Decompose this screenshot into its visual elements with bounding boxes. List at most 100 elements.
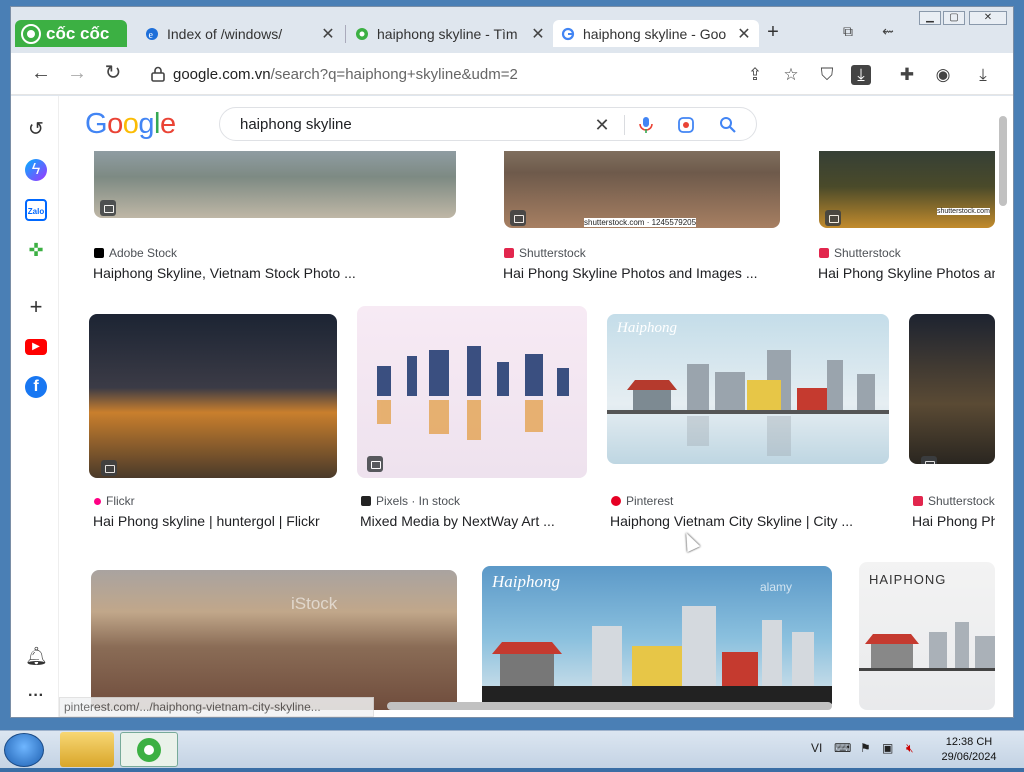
clear-icon[interactable]: ✕ [592, 115, 612, 135]
result-source[interactable]: Shutterstock [504, 246, 586, 260]
new-tab-icon[interactable]: + [763, 21, 783, 44]
youtube-icon[interactable]: ▶ [25, 339, 47, 355]
result-source[interactable]: Flickr [94, 494, 135, 508]
clock[interactable]: 12:38 CH 29/06/2024 [934, 735, 1004, 765]
source-favicon-icon [819, 248, 829, 258]
more-icon[interactable]: ··· [25, 685, 47, 707]
coccoc-taskbar-icon[interactable] [120, 732, 178, 767]
result-source[interactable]: Shutterstock [913, 494, 995, 508]
horizontal-scrollbar-thumb[interactable] [387, 702, 832, 710]
source-favicon-icon [361, 496, 371, 506]
sidebar: ↺ ϟ Zalo ✜ + ▶ f 🔔︎ ··· [11, 96, 59, 717]
tab-title: haiphong skyline - Tìm [377, 25, 518, 42]
tab-back-icon[interactable]: ⇜ [879, 23, 897, 40]
game-controller-icon[interactable]: ✜ [25, 239, 47, 261]
tab-separator [345, 25, 346, 43]
zalo-icon[interactable]: Zalo [25, 199, 47, 221]
minimize-button[interactable]: ▁ [919, 11, 941, 25]
forward-icon[interactable]: → [65, 61, 89, 85]
start-button[interactable] [4, 733, 44, 767]
content-area: ↺ ϟ Zalo ✜ + ▶ f 🔔︎ ··· Adobe Stock Haip… [11, 96, 1013, 717]
result-source[interactable]: Shutterstock [819, 246, 901, 260]
source-favicon-icon [913, 496, 923, 506]
result-title[interactable]: Haiphong Skyline, Vietnam Stock Photo ..… [93, 265, 453, 281]
profile-icon[interactable]: ◉ [933, 65, 953, 85]
google-g-icon [561, 27, 575, 40]
result-source[interactable]: Adobe Stock [94, 246, 177, 260]
search-tabs-icon[interactable]: ⧉ [839, 23, 857, 40]
download-page-icon[interactable]: ⤓ [851, 65, 871, 85]
address-bar-row: ← → ↻ google.com.vn/search?q=haiphong+sk… [11, 53, 1013, 95]
source-favicon-icon [94, 248, 104, 258]
close-window-button[interactable]: ✕ [969, 11, 1007, 25]
keyboard-icon[interactable]: ⌨ [834, 741, 851, 755]
google-search-box[interactable]: haiphong skyline ✕ [219, 107, 757, 141]
facebook-icon[interactable]: f [25, 376, 47, 398]
result-title[interactable]: Hai Phong Skyline Photos and [818, 265, 995, 281]
coccoc-icon [356, 27, 368, 40]
flag-icon[interactable]: ⚑ [860, 741, 871, 755]
result-image[interactable] [909, 314, 995, 464]
status-bar-url: pinterest.com/.../haiphong-vietnam-city-… [59, 697, 374, 717]
tab-index-windows[interactable]: e Index of /windows/ ✕ [137, 20, 343, 47]
close-tab-icon[interactable]: ✕ [321, 24, 335, 44]
coccoc-brand-button[interactable]: cốc cốc [15, 20, 127, 47]
taskbar: VI ⌨ ⚑ ▣ 🔇︎ 12:38 CH 29/06/2024 [0, 730, 1024, 768]
search-query: haiphong skyline [240, 115, 352, 133]
skyline-art-icon [377, 346, 569, 440]
image-badge-icon [101, 460, 117, 476]
google-logo[interactable]: Google [85, 108, 176, 141]
lens-search-icon[interactable] [676, 115, 696, 135]
svg-text:e: e [149, 30, 154, 41]
result-title[interactable]: Hai Phong Skyline Photos and Images ... [503, 265, 793, 281]
tab-google-images[interactable]: haiphong skyline - Goo ✕ [553, 20, 759, 47]
maximize-button[interactable]: ▢ [943, 11, 965, 25]
coccoc-logo-icon [21, 23, 41, 44]
result-title[interactable]: Hai Phong Pho [912, 513, 995, 529]
source-favicon-icon [504, 248, 514, 258]
network-icon[interactable]: ▣ [882, 741, 893, 755]
voice-search-icon[interactable] [636, 115, 656, 135]
result-source[interactable]: Pixels · In stock [361, 494, 460, 508]
result-title[interactable]: Mixed Media by NextWay Art ... [360, 513, 590, 529]
result-image[interactable]: Haiphong alamy [482, 566, 832, 710]
url-path: /search?q=haiphong+skyline&udm=2 [270, 65, 518, 83]
messenger-icon[interactable]: ϟ [25, 159, 47, 181]
close-tab-icon[interactable]: ✕ [531, 24, 545, 44]
history-icon[interactable]: ↺ [25, 119, 47, 141]
result-source[interactable]: Pinterest [611, 494, 673, 508]
url-field[interactable]: google.com.vn/search?q=haiphong+skyline&… [139, 59, 735, 89]
result-title[interactable]: Hai Phong skyline | huntergol | Flickr [93, 513, 339, 529]
result-image[interactable] [89, 314, 337, 478]
extensions-icon[interactable]: ✚ [897, 65, 917, 85]
bookmark-star-icon[interactable]: ☆ [781, 65, 801, 85]
image-badge-icon [100, 200, 116, 216]
browser-window: cốc cốc e Index of /windows/ ✕ haiphong … [10, 6, 1014, 718]
source-favicon-icon [611, 496, 621, 506]
notifications-bell-icon[interactable]: 🔔︎ [25, 645, 48, 667]
result-image[interactable]: HAIPHONG [859, 562, 995, 710]
reload-icon[interactable]: ↻ [101, 61, 125, 85]
result-title[interactable]: Haiphong Vietnam City Skyline | City ... [610, 513, 890, 529]
search-icon[interactable] [718, 115, 738, 135]
language-indicator[interactable]: VI [811, 741, 822, 755]
share-icon[interactable]: ⇪ [745, 65, 765, 85]
result-image[interactable]: Haiphong [607, 314, 889, 464]
lock-icon [151, 66, 165, 82]
image-caption: HAIPHONG [869, 572, 947, 587]
add-icon[interactable]: + [25, 296, 47, 318]
result-image[interactable] [357, 306, 587, 478]
back-icon[interactable]: ← [29, 61, 53, 85]
coccoc-icon [137, 738, 161, 762]
volume-muted-icon[interactable]: 🔇︎ [906, 741, 914, 756]
shield-icon[interactable]: ⛉ [817, 65, 837, 85]
vertical-scrollbar-thumb[interactable] [999, 116, 1007, 206]
file-explorer-icon[interactable] [60, 732, 114, 767]
image-badge-icon [921, 456, 937, 464]
google-results-page: Adobe Stock Haiphong Skyline, Vietnam St… [59, 96, 995, 717]
result-image[interactable]: iStock [91, 570, 457, 710]
downloads-icon[interactable]: ⤓ [973, 65, 993, 85]
tab-coccoc-search[interactable]: haiphong skyline - Tìm ✕ [347, 20, 553, 47]
close-tab-icon[interactable]: ✕ [737, 24, 751, 44]
ie-icon: e [146, 27, 158, 41]
